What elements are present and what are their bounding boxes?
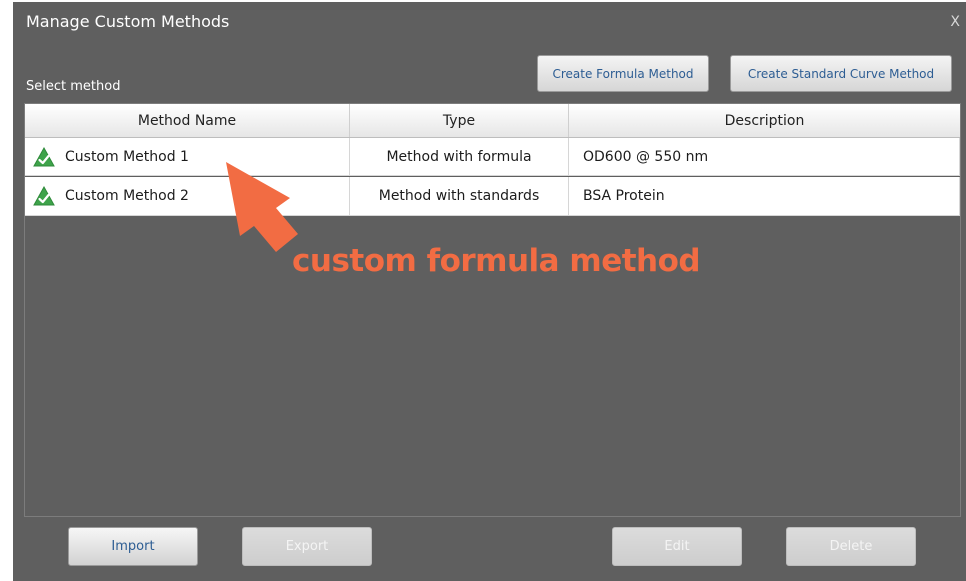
table-row[interactable]: Custom Method 1 Method with formula OD60… [25,138,960,176]
edit-button[interactable]: Edit [612,527,742,566]
methods-table: Method Name Type Description Custom Meth… [24,103,961,517]
method-name-text: Custom Method 1 [65,148,189,165]
column-header-description[interactable]: Description [569,104,960,137]
method-description-cell: OD600 @ 550 nm [569,138,960,175]
select-method-label: Select method [26,79,121,94]
method-name-cell: Custom Method 1 [25,138,350,175]
create-standard-curve-method-button[interactable]: Create Standard Curve Method [730,55,952,92]
green-check-triangle-icon [33,186,55,206]
method-name-cell: Custom Method 2 [25,177,350,215]
column-header-type[interactable]: Type [350,104,569,137]
method-type-cell: Method with formula [350,138,569,175]
method-type-cell: Method with standards [350,177,569,215]
table-header: Method Name Type Description [25,104,960,138]
column-header-method-name[interactable]: Method Name [25,104,350,137]
dialog-title: Manage Custom Methods [26,12,230,31]
table-row[interactable]: Custom Method 2 Method with standards BS… [25,177,960,216]
delete-button[interactable]: Delete [786,527,916,566]
export-button[interactable]: Export [242,527,372,566]
method-description-cell: BSA Protein [569,177,960,215]
create-formula-method-button[interactable]: Create Formula Method [537,55,709,92]
method-name-text: Custom Method 2 [65,188,189,204]
close-button[interactable]: X [950,14,960,30]
manage-custom-methods-dialog: Manage Custom Methods X Select method Cr… [13,2,966,581]
import-button[interactable]: Import [68,527,198,566]
green-check-triangle-icon [33,146,55,166]
